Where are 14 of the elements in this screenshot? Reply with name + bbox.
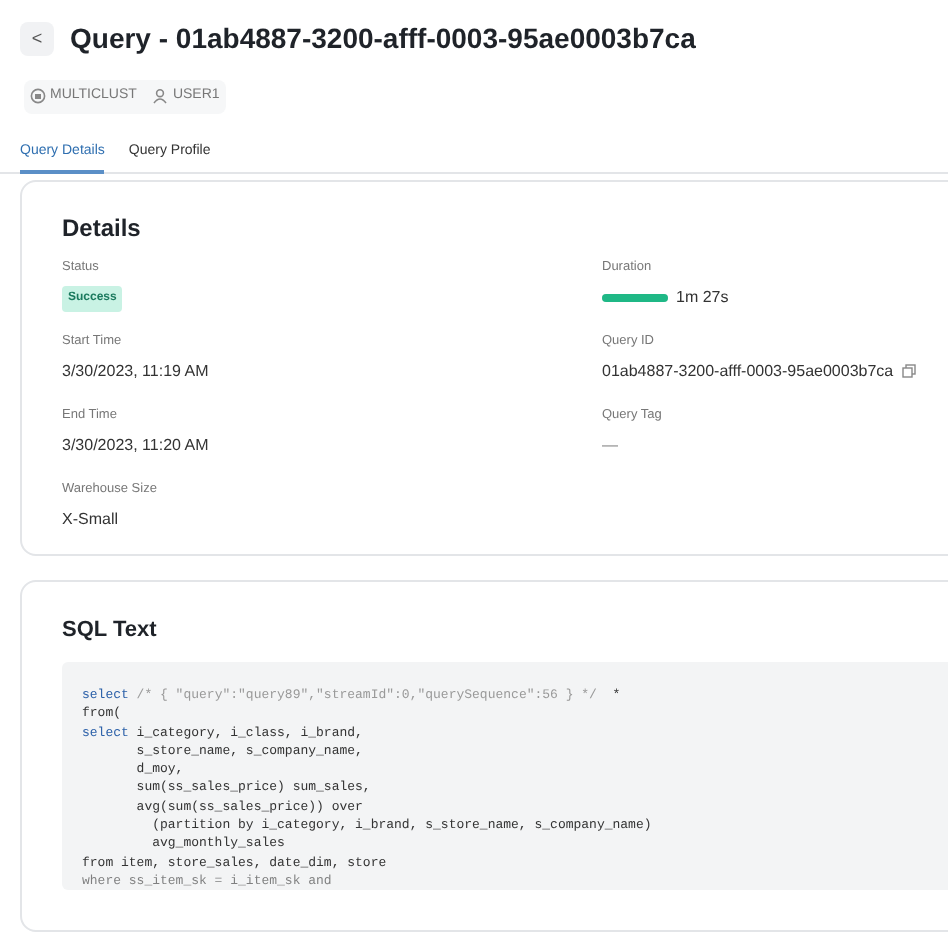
warehouse-icon xyxy=(30,88,46,105)
field-value: — xyxy=(602,433,618,458)
user-icon xyxy=(152,88,169,105)
field-value: 3/30/2023, 11:19 AM xyxy=(62,359,209,384)
copy-icon[interactable] xyxy=(901,364,916,379)
field-value: 3/30/2023, 11:20 AM xyxy=(62,433,209,458)
section-title: Details xyxy=(62,212,141,246)
field-value: 01ab4887-3200-afff-0003-95ae0003b7ca xyxy=(602,359,894,384)
field-value: 1m 27s xyxy=(676,285,729,310)
page-title: Query - 01ab4887-3200-afff-0003-95ae0003b7ca xyxy=(70,20,696,58)
field-value: X-Small xyxy=(62,507,119,532)
duration-bar xyxy=(602,293,668,302)
back-button[interactable]: < xyxy=(20,22,54,56)
section-title: SQL Text xyxy=(62,616,157,646)
